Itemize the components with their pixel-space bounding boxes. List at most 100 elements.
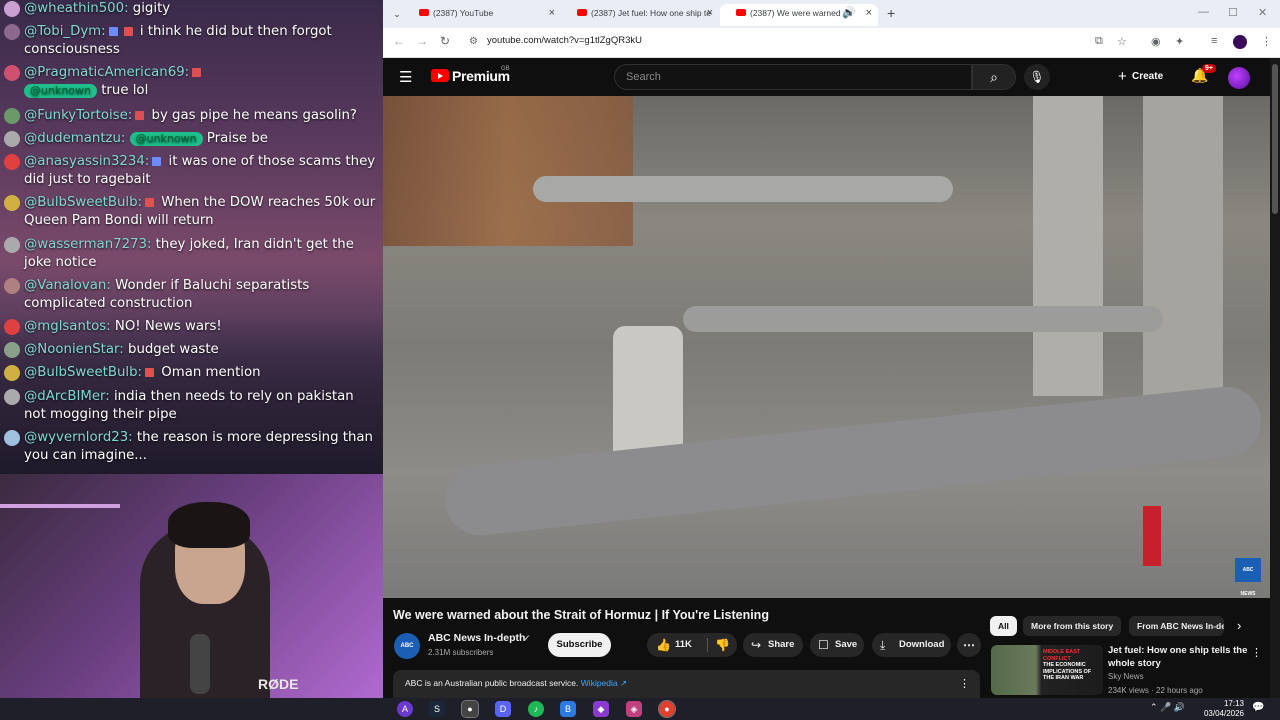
chip-all[interactable]: All [990, 616, 1017, 636]
tab-title: (2387) We were warned ab [750, 8, 853, 18]
chat-text: budget waste [128, 342, 219, 357]
account-avatar[interactable] [1228, 67, 1250, 89]
thumbs-down-icon[interactable]: 👎 [715, 633, 730, 657]
chat-username: @NoonienStar: [24, 342, 124, 357]
youtube-logo-icon[interactable] [431, 69, 449, 82]
more-icon[interactable]: ⋮ [1251, 646, 1262, 659]
mic-brand-label: RØDE [258, 676, 299, 692]
clock[interactable]: 17:13 03/04/2026 [1200, 699, 1244, 719]
maximize-icon[interactable]: ☐ [1228, 6, 1238, 19]
chip-more-from-story[interactable]: More from this story [1023, 616, 1121, 636]
bookmark-star-icon[interactable]: ☆ [1117, 35, 1127, 48]
media-controls-icon[interactable]: ≡ [1211, 35, 1217, 47]
subscribe-button[interactable]: Subscribe [548, 633, 611, 657]
recommended-meta: 234K views · 22 hours ago [1108, 686, 1203, 695]
forward-icon[interactable]: → [416, 34, 428, 48]
chrome-menu-icon[interactable]: ⋮ [1261, 35, 1272, 48]
scrollbar-thumb[interactable] [1272, 64, 1278, 214]
user-avatar [4, 342, 20, 358]
menu-icon[interactable]: ☰ [399, 68, 412, 86]
share-button[interactable]: ↪ Share [743, 633, 803, 657]
discord-icon[interactable]: D [495, 701, 511, 717]
spotify-icon[interactable]: ♪ [528, 701, 544, 717]
bluetooth-icon[interactable]: B [560, 701, 576, 717]
app-icon[interactable]: ◆ [593, 701, 609, 717]
site-info-icon[interactable]: ⚙ [469, 36, 478, 47]
voice-search-icon[interactable]: 🎙 [1024, 64, 1050, 90]
chat-username: @Tobi_Dym: [24, 24, 106, 39]
badge-icon [123, 26, 133, 36]
recommended-thumbnail[interactable]: MIDDLE EAST CONFLICT THE ECONOMIC IMPLICA… [991, 645, 1103, 695]
install-icon[interactable]: ⧉ [1095, 35, 1103, 48]
wikipedia-link[interactable]: Wikipedia [581, 678, 618, 688]
webcam-feed: RØDE [0, 474, 383, 698]
stream-overlay: @wheathin500: gigity @Tobi_Dym: i think … [0, 0, 383, 698]
new-tab-button[interactable]: + [887, 5, 895, 21]
region-label: GB [501, 66, 510, 72]
tab-jet-fuel[interactable]: (2387) Jet fuel: How one ship te × [561, 4, 719, 26]
chat-username: @BulbSweetBulb: [24, 195, 143, 210]
create-button[interactable]: + Create [1116, 65, 1163, 89]
clock-date: 03/04/2026 [1203, 709, 1244, 718]
profile-avatar[interactable] [1233, 35, 1247, 49]
like-count: 11K [675, 639, 692, 650]
user-avatar [4, 131, 20, 147]
tab-youtube-home[interactable]: (2387) YouTube × [403, 4, 561, 26]
mention-pill: @unknown [129, 132, 203, 146]
user-avatar [4, 365, 20, 381]
badge-icon [192, 67, 202, 77]
more-actions-icon[interactable]: ⋯ [957, 633, 981, 657]
user-avatar [4, 237, 20, 253]
video-player[interactable]: ABC NEWS [383, 96, 1270, 598]
extension-icon[interactable]: ◉ [1151, 35, 1161, 48]
scrollbar[interactable] [1270, 58, 1280, 698]
chip-from-channel[interactable]: From ABC News In-depth [1129, 616, 1224, 636]
chat-text: Praise be [206, 131, 268, 146]
channel-name[interactable]: ABC News In-depth [428, 632, 525, 644]
like-button[interactable]: 👍 11K 👎 [647, 633, 737, 657]
chat-text: gigity [132, 1, 171, 16]
user-avatar [4, 278, 20, 294]
recommended-channel[interactable]: Sky News [1108, 672, 1144, 681]
chat-username: @dArcBIMer: [24, 389, 110, 404]
app-icon[interactable]: ◈ [626, 701, 642, 717]
close-icon[interactable]: × [707, 4, 713, 22]
chat-username: @mglsantos: [24, 319, 111, 334]
chat-panel: @wheathin500: gigity @Tobi_Dym: i think … [0, 0, 383, 474]
notification-badge: 9+ [1202, 64, 1216, 73]
chrome-icon[interactable]: ● [658, 700, 676, 718]
thumbnail-headline: THE ECONOMIC IMPLICATIONS OF THE IRAN WA… [1043, 662, 1092, 681]
chat-message: @BulbSweetBulb: Oman mention [4, 364, 378, 382]
speaker-icon[interactable]: 🔊 [842, 4, 856, 22]
chevron-right-icon[interactable]: › [1237, 618, 1241, 633]
plus-icon: + [1118, 68, 1127, 85]
arc-app-icon[interactable]: A [397, 701, 413, 717]
reload-icon[interactable]: ↻ [440, 34, 450, 48]
search-input[interactable]: Search [614, 64, 972, 90]
save-button[interactable]: ☐ Save [810, 633, 864, 657]
channel-avatar[interactable]: ABC [394, 633, 420, 659]
search-icon[interactable]: ⌕ [972, 64, 1016, 90]
chat-username: @anasyassin3234: [24, 154, 150, 169]
more-icon[interactable]: ⋮ [959, 677, 970, 690]
chat-username: @BulbSweetBulb: [24, 365, 143, 380]
chat-username: @wyvernlord23: [24, 430, 133, 445]
steam-icon[interactable]: S [429, 701, 445, 717]
chat-message: @BulbSweetBulb: When the DOW reaches 50k… [4, 194, 378, 229]
system-tray[interactable]: ⌃ 🎤 🔊 [1150, 702, 1185, 713]
download-button[interactable]: ⤓ Download [872, 633, 951, 657]
user-avatar [4, 195, 20, 211]
close-icon[interactable]: × [866, 4, 872, 22]
recommended-title[interactable]: Jet fuel: How one ship tells the whole s… [1108, 644, 1258, 670]
tab-strait-of-hormuz[interactable]: (2387) We were warned ab 🔊 × [720, 4, 878, 26]
url-input[interactable]: youtube.com/watch?v=g1tlZgQR3kU [487, 35, 642, 46]
minimize-icon[interactable]: — [1198, 6, 1209, 18]
microphone [190, 634, 210, 694]
close-icon[interactable]: × [549, 4, 555, 22]
back-icon[interactable]: ← [393, 34, 405, 48]
obs-icon[interactable]: ● [461, 700, 479, 718]
notifications-icon[interactable]: 💬 [1252, 702, 1264, 713]
window-close-icon[interactable]: ✕ [1258, 6, 1267, 19]
verified-icon: ✔ [523, 633, 531, 643]
extensions-puzzle-icon[interactable]: ✦ [1175, 35, 1184, 48]
